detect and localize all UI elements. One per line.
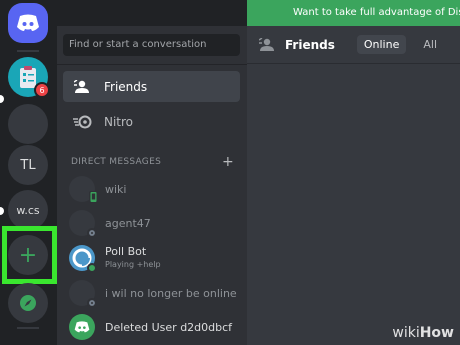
dm-item-deleted-user[interactable]: Deleted User d2d0dbcf	[63, 310, 240, 344]
server-rail: 6 TL w.cs +	[0, 0, 57, 345]
friends-wave-icon	[259, 37, 274, 51]
rail-divider	[17, 327, 39, 329]
upgrade-banner[interactable]: Want to take full advantage of Disco	[247, 0, 460, 26]
dm-sidebar: Find or start a conversation Friends Nit…	[57, 26, 247, 345]
rail-divider	[17, 50, 39, 52]
dm-name: agent47	[105, 216, 151, 230]
sidebar-item-friends[interactable]: Friends	[63, 71, 240, 102]
avatar	[69, 280, 97, 308]
compass-icon	[20, 295, 36, 311]
dm-item-offline-user[interactable]: i wil no longer be online	[63, 276, 240, 310]
sidebar-divider	[57, 64, 247, 65]
avatar	[69, 210, 97, 238]
dm-item-poll-bot[interactable]: Poll Bot Playing +help	[63, 241, 240, 275]
wikihow-watermark: wikiHow	[392, 325, 454, 341]
search-input[interactable]: Find or start a conversation	[63, 34, 240, 56]
server-blank[interactable]	[8, 104, 48, 144]
friends-wave-icon	[73, 79, 93, 95]
unread-pill	[0, 95, 4, 103]
friends-list-area	[247, 64, 460, 345]
offline-status	[87, 298, 97, 308]
dm-activity: Playing +help	[105, 260, 161, 269]
avatar	[69, 245, 97, 273]
mobile-status-icon	[89, 191, 98, 203]
nitro-icon	[73, 114, 93, 130]
discord-logo-icon	[74, 321, 90, 333]
nitro-label: Nitro	[104, 114, 134, 129]
discord-logo-icon	[17, 14, 39, 31]
dm-name: Poll Bot	[105, 245, 147, 258]
create-dm-button[interactable]: +	[222, 154, 234, 170]
dm-item-wiki[interactable]: wiki	[63, 172, 240, 206]
unread-pill	[0, 207, 4, 215]
add-server-button[interactable]: +	[8, 235, 48, 275]
direct-messages-header: DIRECT MESSAGES +	[71, 154, 234, 170]
tab-online[interactable]: Online	[356, 35, 407, 54]
avatar	[69, 314, 95, 340]
dm-name: i wil no longer be online	[105, 286, 237, 300]
home-button[interactable]	[8, 3, 48, 43]
server-tl[interactable]: TL	[8, 145, 48, 185]
friends-header: Friends Online All	[247, 26, 460, 64]
avatar	[69, 176, 98, 203]
page-title: Friends	[285, 37, 335, 52]
online-status	[87, 263, 97, 273]
friends-label: Friends	[104, 79, 148, 94]
direct-messages-label: DIRECT MESSAGES	[71, 157, 162, 167]
watermark-suffix: How	[419, 325, 454, 341]
dm-name: wiki	[105, 182, 127, 196]
server-wcs[interactable]: w.cs	[8, 190, 48, 230]
dm-item-agent47[interactable]: agent47	[63, 206, 240, 240]
tab-all[interactable]: All	[416, 35, 444, 54]
sidebar-item-nitro[interactable]: Nitro	[63, 106, 240, 137]
offline-status	[87, 228, 97, 238]
explore-servers-button[interactable]	[8, 283, 48, 323]
dm-name: Deleted User d2d0dbcf	[105, 320, 233, 334]
watermark-prefix: wiki	[392, 325, 420, 341]
notification-badge: 6	[34, 82, 50, 98]
